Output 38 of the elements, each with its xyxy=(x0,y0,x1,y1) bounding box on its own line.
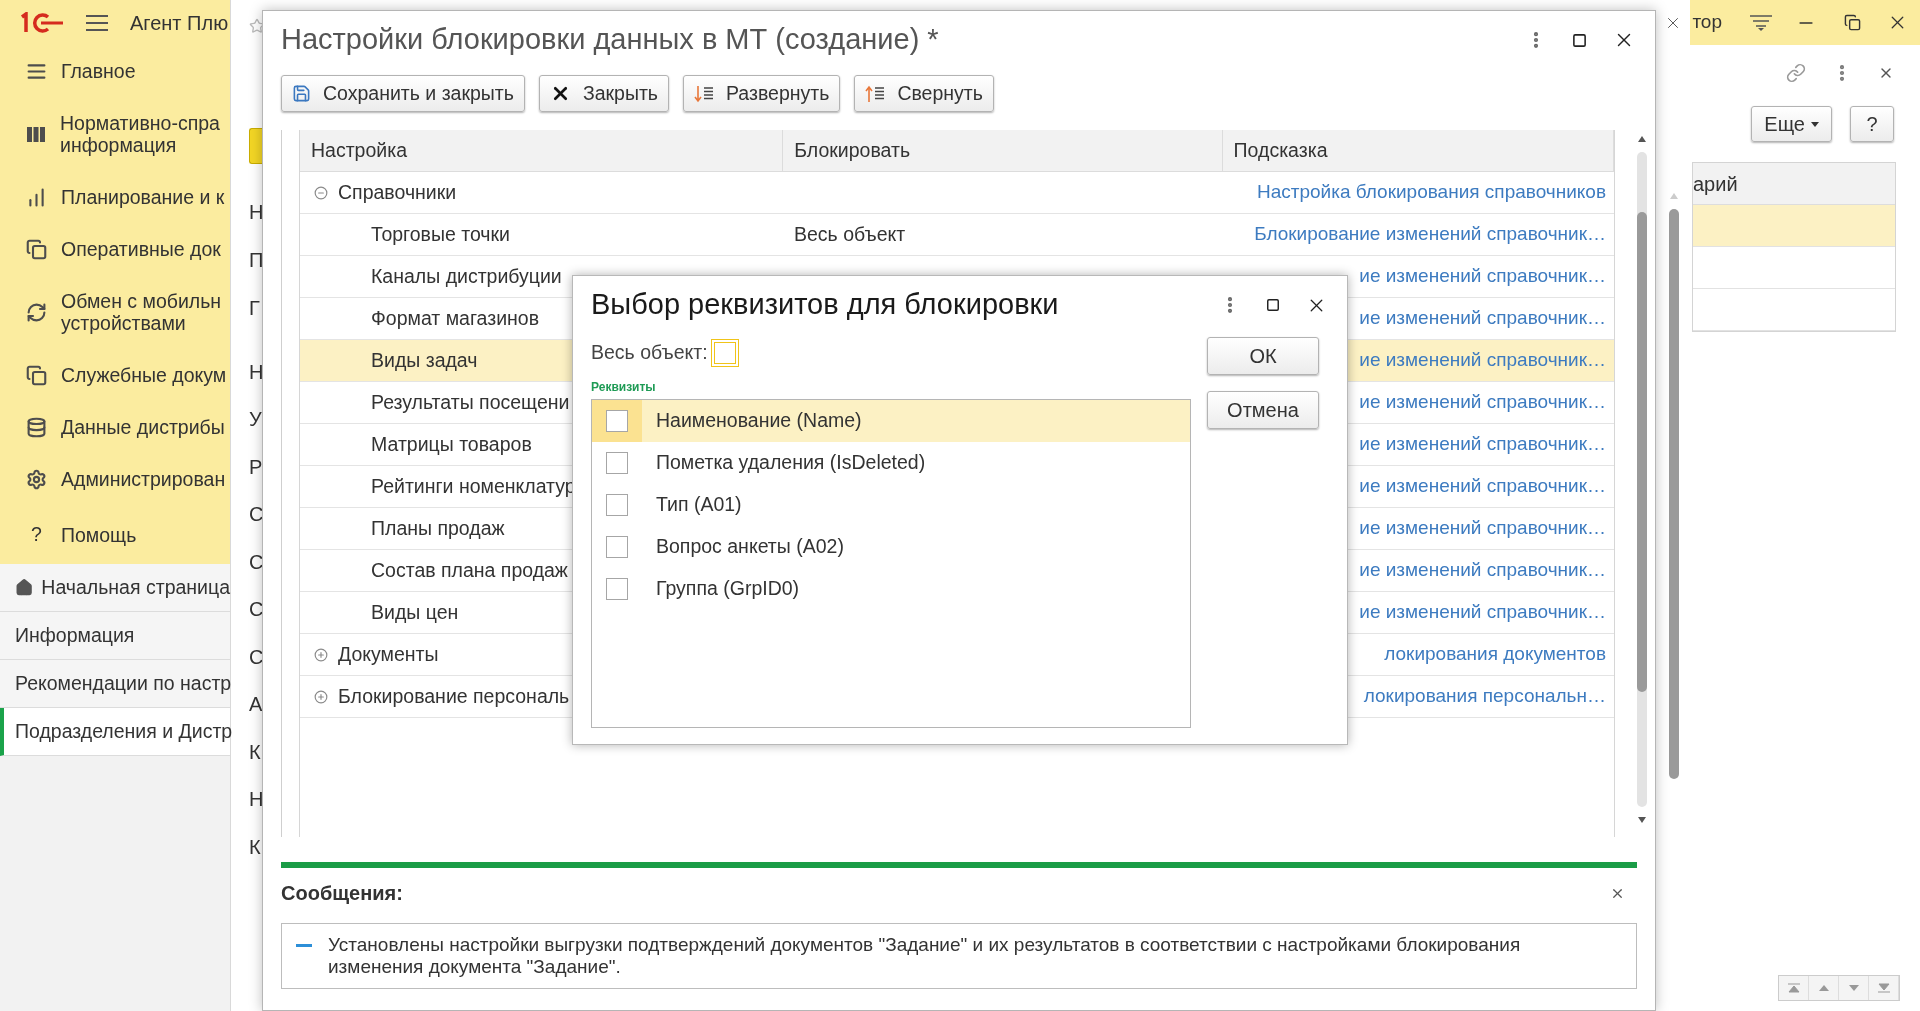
table-cell: Весь объект xyxy=(794,222,906,245)
form-label: П xyxy=(249,248,264,273)
form-label: Н xyxy=(249,359,264,385)
form-label: Н xyxy=(249,200,264,225)
group-label: Реквизиты xyxy=(591,379,656,396)
attribute-label: Группа (GrpID0) xyxy=(656,576,800,602)
form-label: Р xyxy=(249,454,263,480)
form-label: К xyxy=(249,739,261,765)
section-label: Помощь xyxy=(61,523,137,546)
app-title: Агент Плю xyxy=(130,10,229,36)
attribute-label: Тип (A01) xyxy=(656,492,742,518)
form-label: С xyxy=(249,549,264,575)
question-mark-icon: ? xyxy=(26,520,47,550)
form-label: Н xyxy=(249,787,264,813)
section-label: Нормативно-спра информация xyxy=(60,112,220,156)
form-label: Г xyxy=(249,296,260,321)
form-label: С xyxy=(249,597,264,623)
section-label: Администрирован xyxy=(61,468,226,490)
table-header: арий xyxy=(1693,163,1895,205)
attribute-label: Наименование (Name) xyxy=(656,408,862,434)
form-label: С xyxy=(249,644,264,670)
section-label: Планирование и к xyxy=(61,186,225,208)
section-label: Служебные докум xyxy=(61,364,227,386)
user-name: тор xyxy=(1692,10,1722,35)
section-label: Обмен с мобильн устройствами xyxy=(61,290,222,334)
section-label: Оперативные док xyxy=(61,238,221,260)
form-label: С xyxy=(249,502,264,528)
form-label: А xyxy=(249,692,263,718)
field-label: Весь объект: xyxy=(591,340,708,366)
attribute-label: Пометка удаления (IsDeleted) xyxy=(656,450,926,476)
form-label: К xyxy=(249,834,261,860)
messages-title: Сообщения: xyxy=(281,881,403,906)
section-label: Данные дистрибы xyxy=(61,416,225,438)
window-title: Настройки блокировки данных в МТ (создание) * xyxy=(281,22,939,58)
form-label: У xyxy=(249,407,262,433)
section-label: Главное xyxy=(61,60,136,82)
message-text: Установлены настройки выгрузки подтверждений документов "Задание" и их результатов в соответствии с настройками блокирования изменения документа "Задание". xyxy=(328,934,1522,978)
attribute-label: Вопрос анкеты (A02) xyxy=(656,534,844,560)
